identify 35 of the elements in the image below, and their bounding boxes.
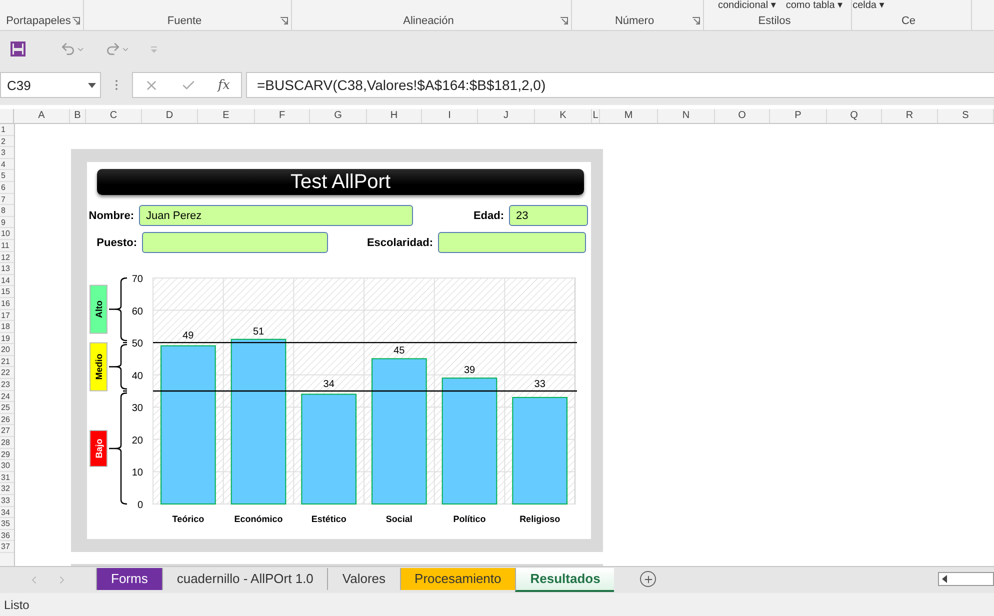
axis-tick-label: 20 xyxy=(132,435,143,446)
ribbon-group-label: Alineación xyxy=(403,15,454,27)
category-label: Social xyxy=(386,514,412,524)
report-title: Test AllPort xyxy=(97,169,584,195)
field-label: Edad: xyxy=(472,210,505,222)
category-label: Político xyxy=(453,514,486,524)
category-label: Estético xyxy=(311,514,346,524)
axis-tick-label: 60 xyxy=(132,306,143,318)
field-label: Nombre: xyxy=(88,210,135,222)
field-label: Puesto: xyxy=(96,236,138,248)
field-label: Escolaridad: xyxy=(366,236,434,248)
category-label: Económico xyxy=(234,514,283,524)
data-label: 49 xyxy=(182,330,194,342)
data-label: 45 xyxy=(394,346,405,357)
data-label: 33 xyxy=(534,379,546,390)
axis-tick-label: 0 xyxy=(137,500,143,511)
ribbon-group-label: Estilos xyxy=(758,15,791,27)
axis-tick-label: 40 xyxy=(132,370,143,382)
axis-tick-label: 10 xyxy=(132,468,143,479)
ribbon-group-label: Ce xyxy=(901,15,916,27)
level-label: Medio xyxy=(94,354,104,380)
data-label: 39 xyxy=(464,365,476,376)
axis-tick-label: 70 xyxy=(132,274,143,285)
ribbon-group-label: Portapapeles xyxy=(6,15,71,27)
data-label: 34 xyxy=(323,379,334,390)
axis-tick-label: 30 xyxy=(132,403,143,414)
level-label: Alto xyxy=(94,300,104,318)
ribbon-group-label: Fuente xyxy=(167,15,202,27)
data-label: 51 xyxy=(252,326,264,338)
status-text: Listo xyxy=(4,598,30,612)
axis-tick-label: 50 xyxy=(132,338,143,350)
category-label: Teórico xyxy=(172,514,204,524)
level-label: Bajo xyxy=(94,438,104,458)
category-label: Religioso xyxy=(520,514,560,524)
ribbon-group-label: Número xyxy=(614,15,654,27)
